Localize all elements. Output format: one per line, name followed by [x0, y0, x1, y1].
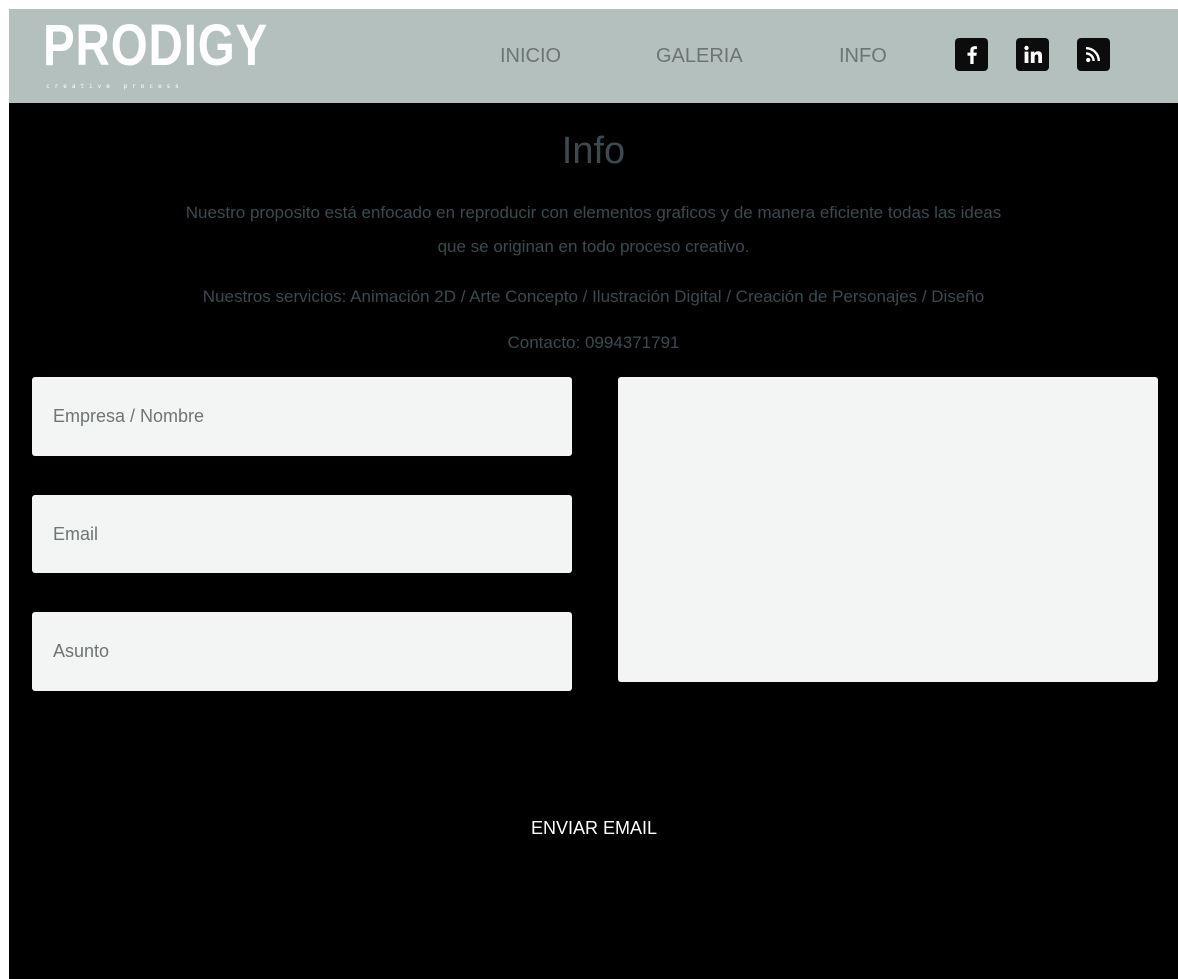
- logo-tagline: creative process: [46, 83, 184, 90]
- services-text: Nuestros servicios: Animación 2D / Arte …: [202, 287, 985, 306]
- subject-input[interactable]: [32, 612, 572, 691]
- rss-icon[interactable]: [1077, 38, 1110, 71]
- name-input[interactable]: [32, 377, 572, 456]
- email-input[interactable]: [32, 495, 572, 573]
- message-field: [618, 377, 1158, 682]
- nav-inicio[interactable]: INICIO: [500, 43, 561, 69]
- page-title: Info: [561, 130, 626, 172]
- facebook-icon[interactable]: [955, 38, 988, 71]
- nav-info[interactable]: INFO: [839, 43, 887, 69]
- facebook-glyph: [967, 46, 977, 64]
- name-field: [32, 377, 572, 456]
- rss-glyph: [1085, 47, 1100, 63]
- subject-field: [32, 612, 572, 691]
- send-email-button[interactable]: ENVIAR EMAIL: [509, 812, 679, 844]
- logo-text: PRODIGY: [43, 13, 269, 78]
- nav-galeria[interactable]: GALERIA: [656, 43, 743, 69]
- logo[interactable]: PRODIGY creative process: [43, 15, 283, 93]
- page: PRODIGY creative process INICIO GALERIA …: [9, 9, 1178, 979]
- site-header: PRODIGY creative process INICIO GALERIA …: [9, 9, 1178, 103]
- description-line-2: que se originan en todo proceso creativo…: [437, 237, 750, 256]
- contact-text: Contacto: 0994371791: [507, 333, 680, 352]
- linkedin-glyph: [1024, 45, 1042, 63]
- email-field: [32, 495, 572, 573]
- linkedin-icon[interactable]: [1016, 38, 1049, 71]
- message-textarea[interactable]: [618, 377, 1158, 682]
- description-line-1: Nuestro proposito está enfocado en repro…: [185, 203, 1002, 222]
